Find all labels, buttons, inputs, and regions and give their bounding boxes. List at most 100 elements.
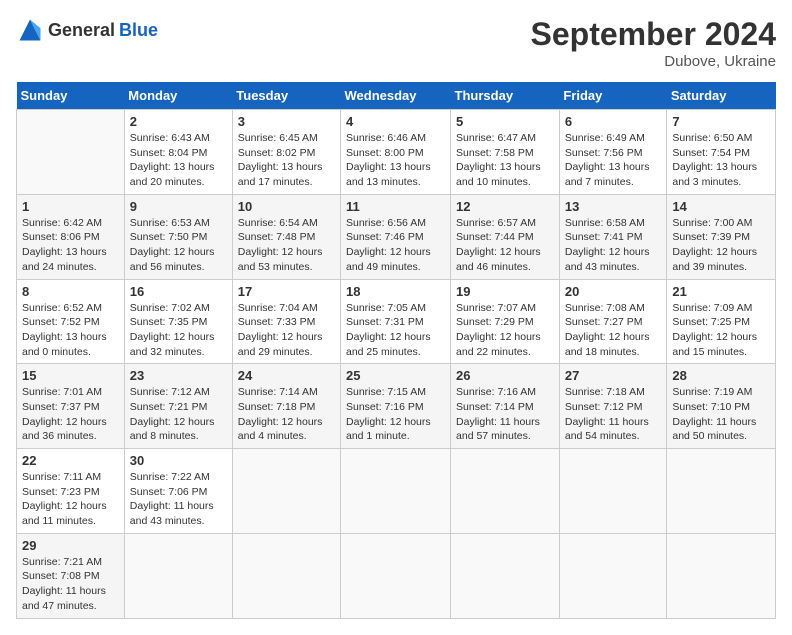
calendar-cell xyxy=(124,533,232,618)
calendar-cell: 30 Sunrise: 7:22 AMSunset: 7:06 PMDayligh… xyxy=(124,449,232,534)
calendar-cell: 20 Sunrise: 7:08 AMSunset: 7:27 PMDayligh… xyxy=(559,279,667,364)
calendar-cell: 13 Sunrise: 6:58 AMSunset: 7:41 PMDayligh… xyxy=(559,194,667,279)
day-number: 6 xyxy=(565,114,662,129)
calendar-cell: 17 Sunrise: 7:04 AMSunset: 7:33 PMDayligh… xyxy=(232,279,340,364)
day-number: 15 xyxy=(22,368,119,383)
logo-icon xyxy=(16,16,44,44)
day-info: Sunrise: 6:45 AMSunset: 8:02 PMDaylight:… xyxy=(238,131,335,190)
calendar-cell: 18 Sunrise: 7:05 AMSunset: 7:31 PMDayligh… xyxy=(341,279,451,364)
day-number: 19 xyxy=(456,284,554,299)
calendar-cell: 2Sunrise: 6:43 AMSunset: 8:04 PMDaylight… xyxy=(124,110,232,195)
calendar-cell xyxy=(559,449,667,534)
day-info: Sunrise: 6:53 AMSunset: 7:50 PMDaylight:… xyxy=(130,216,227,275)
calendar-row: 22 Sunrise: 7:11 AMSunset: 7:23 PMDayligh… xyxy=(17,449,776,534)
logo-general: General xyxy=(48,20,115,41)
day-number: 3 xyxy=(238,114,335,129)
day-number: 5 xyxy=(456,114,554,129)
calendar-cell: 26Sunrise: 7:16 AMSunset: 7:14 PMDayligh… xyxy=(451,364,560,449)
calendar-cell: 28 Sunrise: 7:19 AMSunset: 7:10 PMDayligh… xyxy=(667,364,776,449)
calendar-table: SundayMondayTuesdayWednesdayThursdayFrid… xyxy=(16,82,776,619)
day-info: Sunrise: 7:08 AMSunset: 7:27 PMDaylight:… xyxy=(565,301,662,360)
day-number: 1 xyxy=(22,199,119,214)
calendar-row: 29Sunrise: 7:21 AMSunset: 7:08 PMDayligh… xyxy=(17,533,776,618)
day-number: 10 xyxy=(238,199,335,214)
day-number: 24 xyxy=(238,368,335,383)
weekday-header: Tuesday xyxy=(232,82,340,110)
weekday-header: Monday xyxy=(124,82,232,110)
logo-blue: Blue xyxy=(119,20,158,41)
day-info: Sunrise: 7:12 AMSunset: 7:21 PMDaylight:… xyxy=(130,385,227,444)
day-number: 12 xyxy=(456,199,554,214)
weekday-header: Sunday xyxy=(17,82,125,110)
day-number: 13 xyxy=(565,199,662,214)
day-info: Sunrise: 7:19 AMSunset: 7:10 PMDaylight:… xyxy=(672,385,770,444)
day-info: Sunrise: 6:49 AMSunset: 7:56 PMDaylight:… xyxy=(565,131,662,190)
page-header: GeneralBlue September 2024 Dubove, Ukrai… xyxy=(16,16,776,70)
calendar-cell: 5Sunrise: 6:47 AMSunset: 7:58 PMDaylight… xyxy=(451,110,560,195)
day-info: Sunrise: 6:58 AMSunset: 7:41 PMDaylight:… xyxy=(565,216,662,275)
calendar-cell: 16Sunrise: 7:02 AMSunset: 7:35 PMDayligh… xyxy=(124,279,232,364)
day-number: 25 xyxy=(346,368,445,383)
calendar-cell: 8 Sunrise: 6:52 AMSunset: 7:52 PMDaylight… xyxy=(17,279,125,364)
calendar-cell: 9Sunrise: 6:53 AMSunset: 7:50 PMDaylight… xyxy=(124,194,232,279)
calendar-cell: 11Sunrise: 6:56 AMSunset: 7:46 PMDayligh… xyxy=(341,194,451,279)
day-number: 18 xyxy=(346,284,445,299)
day-info: Sunrise: 7:01 AMSunset: 7:37 PMDaylight:… xyxy=(22,385,119,444)
day-info: Sunrise: 7:05 AMSunset: 7:31 PMDaylight:… xyxy=(346,301,445,360)
calendar-cell xyxy=(667,449,776,534)
calendar-cell: 10Sunrise: 6:54 AMSunset: 7:48 PMDayligh… xyxy=(232,194,340,279)
day-number: 28 xyxy=(672,368,770,383)
calendar-cell: 4Sunrise: 6:46 AMSunset: 8:00 PMDaylight… xyxy=(341,110,451,195)
calendar-cell xyxy=(667,533,776,618)
calendar-cell: 1Sunrise: 6:42 AMSunset: 8:06 PMDaylight… xyxy=(17,194,125,279)
day-number: 22 xyxy=(22,453,119,468)
weekday-header: Wednesday xyxy=(341,82,451,110)
day-number: 23 xyxy=(130,368,227,383)
day-number: 2 xyxy=(130,114,227,129)
calendar-cell: 6 Sunrise: 6:49 AMSunset: 7:56 PMDaylight… xyxy=(559,110,667,195)
day-info: Sunrise: 7:09 AMSunset: 7:25 PMDaylight:… xyxy=(672,301,770,360)
calendar-cell: 24Sunrise: 7:14 AMSunset: 7:18 PMDayligh… xyxy=(232,364,340,449)
calendar-cell xyxy=(451,533,560,618)
day-info: Sunrise: 7:07 AMSunset: 7:29 PMDaylight:… xyxy=(456,301,554,360)
day-info: Sunrise: 7:22 AMSunset: 7:06 PMDaylight:… xyxy=(130,470,227,529)
day-number: 11 xyxy=(346,199,445,214)
location-title: Dubove, Ukraine xyxy=(531,53,776,70)
calendar-cell xyxy=(17,110,125,195)
calendar-cell: 29Sunrise: 7:21 AMSunset: 7:08 PMDayligh… xyxy=(17,533,125,618)
day-info: Sunrise: 7:04 AMSunset: 7:33 PMDaylight:… xyxy=(238,301,335,360)
day-info: Sunrise: 7:00 AMSunset: 7:39 PMDaylight:… xyxy=(672,216,770,275)
day-number: 21 xyxy=(672,284,770,299)
weekday-header: Saturday xyxy=(667,82,776,110)
calendar-cell: 25 Sunrise: 7:15 AMSunset: 7:16 PMDayligh… xyxy=(341,364,451,449)
calendar-cell: 7 Sunrise: 6:50 AMSunset: 7:54 PMDaylight… xyxy=(667,110,776,195)
month-title: September 2024 xyxy=(531,16,776,53)
day-info: Sunrise: 6:50 AMSunset: 7:54 PMDaylight:… xyxy=(672,131,770,190)
calendar-cell xyxy=(232,449,340,534)
calendar-cell xyxy=(341,449,451,534)
calendar-cell: 27Sunrise: 7:18 AMSunset: 7:12 PMDayligh… xyxy=(559,364,667,449)
day-number: 30 xyxy=(130,453,227,468)
day-number: 8 xyxy=(22,284,119,299)
day-info: Sunrise: 6:52 AMSunset: 7:52 PMDaylight:… xyxy=(22,301,119,360)
day-info: Sunrise: 7:11 AMSunset: 7:23 PMDaylight:… xyxy=(22,470,119,529)
day-number: 16 xyxy=(130,284,227,299)
calendar-cell xyxy=(341,533,451,618)
calendar-cell: 22 Sunrise: 7:11 AMSunset: 7:23 PMDayligh… xyxy=(17,449,125,534)
day-info: Sunrise: 7:16 AMSunset: 7:14 PMDaylight:… xyxy=(456,385,554,444)
day-info: Sunrise: 7:15 AMSunset: 7:16 PMDaylight:… xyxy=(346,385,445,444)
day-info: Sunrise: 7:21 AMSunset: 7:08 PMDaylight:… xyxy=(22,555,119,614)
day-number: 4 xyxy=(346,114,445,129)
calendar-cell: 19 Sunrise: 7:07 AMSunset: 7:29 PMDayligh… xyxy=(451,279,560,364)
day-number: 17 xyxy=(238,284,335,299)
day-info: Sunrise: 6:57 AMSunset: 7:44 PMDaylight:… xyxy=(456,216,554,275)
calendar-row: 2Sunrise: 6:43 AMSunset: 8:04 PMDaylight… xyxy=(17,110,776,195)
calendar-cell: 14Sunrise: 7:00 AMSunset: 7:39 PMDayligh… xyxy=(667,194,776,279)
calendar-cell xyxy=(559,533,667,618)
calendar-row: 8 Sunrise: 6:52 AMSunset: 7:52 PMDaylight… xyxy=(17,279,776,364)
calendar-cell: 23 Sunrise: 7:12 AMSunset: 7:21 PMDayligh… xyxy=(124,364,232,449)
calendar-row: 15 Sunrise: 7:01 AMSunset: 7:37 PMDayligh… xyxy=(17,364,776,449)
day-number: 20 xyxy=(565,284,662,299)
day-number: 7 xyxy=(672,114,770,129)
title-block: September 2024 Dubove, Ukraine xyxy=(531,16,776,70)
